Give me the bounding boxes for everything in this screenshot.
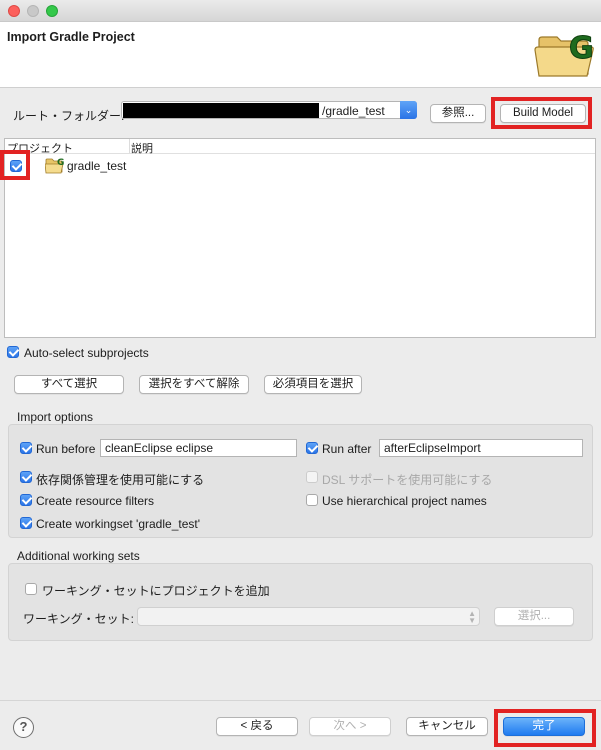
working-sets-title: Additional working sets (17, 549, 140, 563)
select-required-button[interactable]: 必須項目を選択 (264, 375, 362, 394)
column-description[interactable]: 説明 (131, 140, 153, 156)
add-working-set-label: ワーキング・セットにプロジェクトを追加 (42, 584, 270, 598)
highlight-finish (494, 709, 596, 747)
svg-text:G: G (57, 158, 64, 168)
run-before-checkbox[interactable] (20, 442, 32, 454)
chevron-down-icon[interactable]: ⌄ (400, 101, 417, 119)
highlight-build-model (491, 97, 592, 129)
page-title: Import Gradle Project (7, 30, 135, 44)
browse-button[interactable]: 参照... (430, 104, 486, 123)
resource-filters-checkbox[interactable] (20, 494, 32, 506)
run-after-checkbox[interactable] (306, 442, 318, 454)
working-set-select-button[interactable]: 選択... (494, 607, 574, 626)
auto-select-checkbox[interactable] (7, 346, 19, 358)
svg-text:G: G (569, 31, 594, 66)
project-tree[interactable]: プロジェクト 説明 G gradle_test (4, 138, 596, 338)
working-set-label: ワーキング・セット: (23, 612, 134, 626)
help-icon[interactable]: ? (13, 717, 34, 738)
import-options-group: Run before cleanEclipse eclipse Run afte… (8, 424, 593, 538)
updown-arrows-icon: ▲ ▼ (468, 609, 476, 625)
workingset-checkbox[interactable] (20, 517, 32, 529)
resource-filters-label: Create resource filters (36, 494, 155, 508)
auto-select-label: Auto-select subprojects (24, 346, 149, 360)
footer-separator (0, 700, 601, 701)
dependency-mgmt-label: 依存関係管理を使用可能にする (36, 473, 205, 487)
column-separator (129, 139, 130, 153)
dependency-mgmt-checkbox[interactable] (20, 471, 32, 483)
hierarchical-names-checkbox[interactable] (306, 494, 318, 506)
tree-header: プロジェクト 説明 (5, 139, 595, 156)
root-folder-label: ルート・フォルダー: (13, 109, 125, 123)
working-sets-group: ワーキング・セットにプロジェクトを追加 ワーキング・セット: ▲ ▼ 選択... (8, 563, 593, 641)
select-all-button[interactable]: すべて選択 (14, 375, 124, 394)
close-window-button[interactable] (8, 5, 20, 17)
cancel-button[interactable]: キャンセル (406, 717, 488, 736)
root-folder-combo[interactable]: /gradle_test ⌄ (121, 101, 417, 119)
window-titlebar (0, 0, 601, 22)
deselect-all-button[interactable]: 選択をすべて解除 (139, 375, 249, 394)
wizard-header: Import Gradle Project G (0, 22, 601, 88)
highlight-project-checkbox (0, 150, 30, 180)
workingset-label: Create workingset 'gradle_test' (36, 517, 200, 531)
add-working-set-checkbox[interactable] (25, 583, 37, 595)
gradle-project-icon: G (45, 158, 64, 174)
dsl-support-checkbox[interactable] (306, 471, 318, 483)
gradle-folder-logo-icon: G (534, 31, 594, 77)
zoom-window-button[interactable] (46, 5, 58, 17)
project-name: gradle_test (67, 159, 127, 173)
dsl-support-label: DSL サポートを使用可能にする (322, 473, 493, 487)
import-options-title: Import options (17, 410, 94, 424)
next-button[interactable]: 次へ > (309, 717, 391, 736)
run-after-field[interactable]: afterEclipseImport (379, 439, 583, 457)
hierarchical-names-label: Use hierarchical project names (322, 494, 487, 508)
tree-row[interactable]: G gradle_test (5, 156, 595, 176)
run-after-label: Run after (322, 442, 372, 456)
minimize-window-button[interactable] (27, 5, 39, 17)
working-set-combo[interactable]: ▲ ▼ (137, 607, 480, 626)
redacted-path (123, 103, 319, 118)
run-before-field[interactable]: cleanEclipse eclipse (100, 439, 297, 457)
run-before-label: Run before (36, 442, 96, 456)
root-folder-path: /gradle_test (322, 104, 385, 118)
back-button[interactable]: < 戻る (216, 717, 298, 736)
